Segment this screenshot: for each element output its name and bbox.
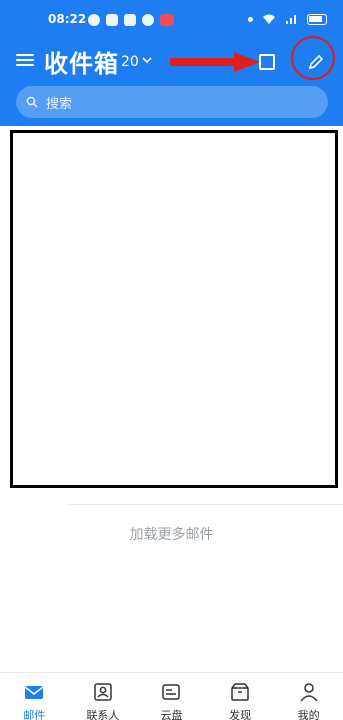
cloud-drive-icon (162, 684, 181, 700)
tab-bar: 邮件 联系人 云盘 发现 我的 (0, 672, 343, 720)
notification-icon (142, 14, 154, 26)
annotation-circle (291, 36, 335, 80)
menu-icon[interactable] (16, 51, 34, 67)
status-time: 08:22 (48, 12, 87, 26)
mail-icon (24, 686, 44, 699)
divider (68, 504, 343, 505)
chevron-down-icon[interactable] (141, 54, 153, 66)
tab-contacts[interactable]: 联系人 (69, 673, 138, 720)
load-more-link[interactable]: 加载更多邮件 (0, 524, 343, 544)
tab-label: 邮件 (23, 709, 46, 720)
search-icon (26, 96, 38, 108)
search-placeholder: 搜索 (46, 96, 73, 112)
dot-icon (248, 16, 253, 22)
notification-icon (124, 14, 136, 26)
status-bar: 08:22 (0, 10, 343, 32)
wifi-icon (263, 14, 275, 24)
mail-app: 08:22 收件箱 20 搜索 加载更多邮件 邮件 联系人 云盘 发现 我的 (0, 0, 343, 720)
system-icons (248, 13, 327, 25)
tab-profile[interactable]: 我的 (274, 673, 343, 720)
notification-icon (106, 14, 118, 26)
discover-icon (231, 683, 249, 701)
annotation-arrow (170, 52, 260, 72)
tab-mail[interactable]: 邮件 (0, 673, 69, 720)
search-bar[interactable]: 搜索 (16, 86, 328, 118)
signal-icon (286, 15, 296, 24)
tab-discover[interactable]: 发现 (206, 673, 275, 720)
notification-icons (88, 14, 174, 26)
tab-label: 我的 (297, 709, 320, 720)
notification-icon (88, 14, 100, 26)
battery-icon (307, 13, 327, 25)
tab-label: 发现 (229, 709, 252, 720)
header: 08:22 收件箱 20 搜索 (0, 0, 343, 126)
tab-label: 云盘 (160, 709, 183, 720)
page-title[interactable]: 收件箱 (44, 44, 119, 79)
tab-label: 联系人 (86, 709, 120, 720)
tab-cloud-drive[interactable]: 云盘 (137, 673, 206, 720)
contacts-icon (94, 683, 112, 701)
profile-icon (300, 683, 318, 702)
notification-icon (160, 14, 174, 26)
unread-count[interactable]: 20 (121, 54, 139, 70)
mail-list-area (10, 130, 338, 488)
